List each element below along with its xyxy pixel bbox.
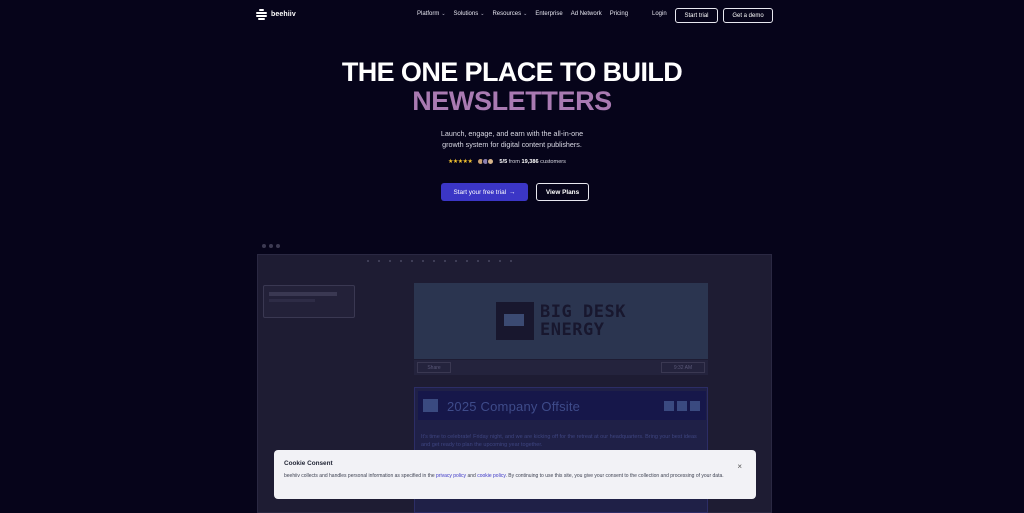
- event-logo-icon: [423, 399, 438, 412]
- maximize-icon: [677, 401, 687, 411]
- get-demo-button[interactable]: Get a demo: [723, 8, 773, 23]
- event-header: 2025 Company Offsite: [418, 391, 706, 420]
- chevron-down-icon: ⌄: [441, 11, 446, 17]
- share-button: Share: [417, 362, 451, 373]
- cookie-title: Cookie Consent: [284, 460, 333, 467]
- hero-subtitle: Launch, engage, and earn with the all-in…: [440, 129, 584, 149]
- hero-title: THE ONE PLACE TO BUILD: [341, 57, 683, 87]
- star-rating-icon: ★★★★★: [448, 159, 473, 165]
- start-trial-button[interactable]: Start trial: [675, 8, 718, 23]
- nav-item-pricing[interactable]: Pricing: [610, 11, 628, 17]
- logo-text: beehiiv: [271, 11, 296, 18]
- login-link[interactable]: Login: [652, 11, 667, 17]
- minimize-icon: [664, 401, 674, 411]
- cookie-policy-link[interactable]: cookie policy: [477, 473, 505, 479]
- privacy-policy-link[interactable]: privacy policy: [436, 473, 466, 479]
- editor-toolbar: [367, 260, 512, 262]
- desk-icon: [496, 302, 535, 340]
- nav-item-enterprise[interactable]: Enterprise: [535, 11, 562, 17]
- top-nav: beehiiv Platform ⌄ Solutions ⌄ Resources ⌄ …: [0, 0, 1024, 32]
- event-title: 2025 Company Offsite: [447, 399, 581, 414]
- event-body: It's time to celebrate! Friday night, an…: [421, 434, 697, 448]
- hero-title-highlight: NEWSLETTERS: [412, 86, 612, 116]
- timestamp: 9:32 AM: [661, 362, 705, 373]
- beehiiv-logo-icon: [256, 9, 267, 20]
- banner-text: BIG DESK ENERGY: [540, 302, 626, 340]
- nav-item-ad-network[interactable]: Ad Network: [571, 11, 602, 17]
- nav-links: Platform ⌄ Solutions ⌄ Resources ⌄ Enterpri…: [417, 11, 628, 17]
- rating-row: ★★★★★ 5/5 from 19,386 customers: [448, 158, 566, 165]
- rating-text: 5/5 from 19,386 customers: [499, 158, 566, 165]
- newsletter-banner: BIG DESK ENERGY: [414, 283, 708, 359]
- chevron-down-icon: ⌄: [523, 11, 528, 17]
- sidebar-card: [263, 285, 355, 318]
- arrow-right-icon: →: [509, 188, 516, 196]
- logo[interactable]: beehiiv: [256, 9, 296, 20]
- cookie-text: beehiiv collects and handles personal in…: [284, 473, 724, 479]
- cookie-consent-banner: Cookie Consent × beehiiv collects and ha…: [274, 450, 756, 499]
- view-plans-button[interactable]: View Plans: [536, 183, 589, 201]
- customer-avatars: [477, 158, 495, 165]
- close-icon[interactable]: ×: [737, 462, 742, 471]
- nav-item-platform[interactable]: Platform ⌄: [417, 11, 446, 17]
- event-actions: [664, 401, 700, 411]
- nav-item-resources[interactable]: Resources ⌄: [492, 11, 527, 17]
- close-icon: [690, 401, 700, 411]
- window-controls: [262, 244, 280, 248]
- banner-footer: Share 9:32 AM: [414, 360, 708, 375]
- chevron-down-icon: ⌄: [480, 11, 485, 17]
- nav-item-solutions[interactable]: Solutions ⌄: [454, 11, 485, 17]
- start-free-trial-button[interactable]: Start your free trial →: [441, 183, 528, 201]
